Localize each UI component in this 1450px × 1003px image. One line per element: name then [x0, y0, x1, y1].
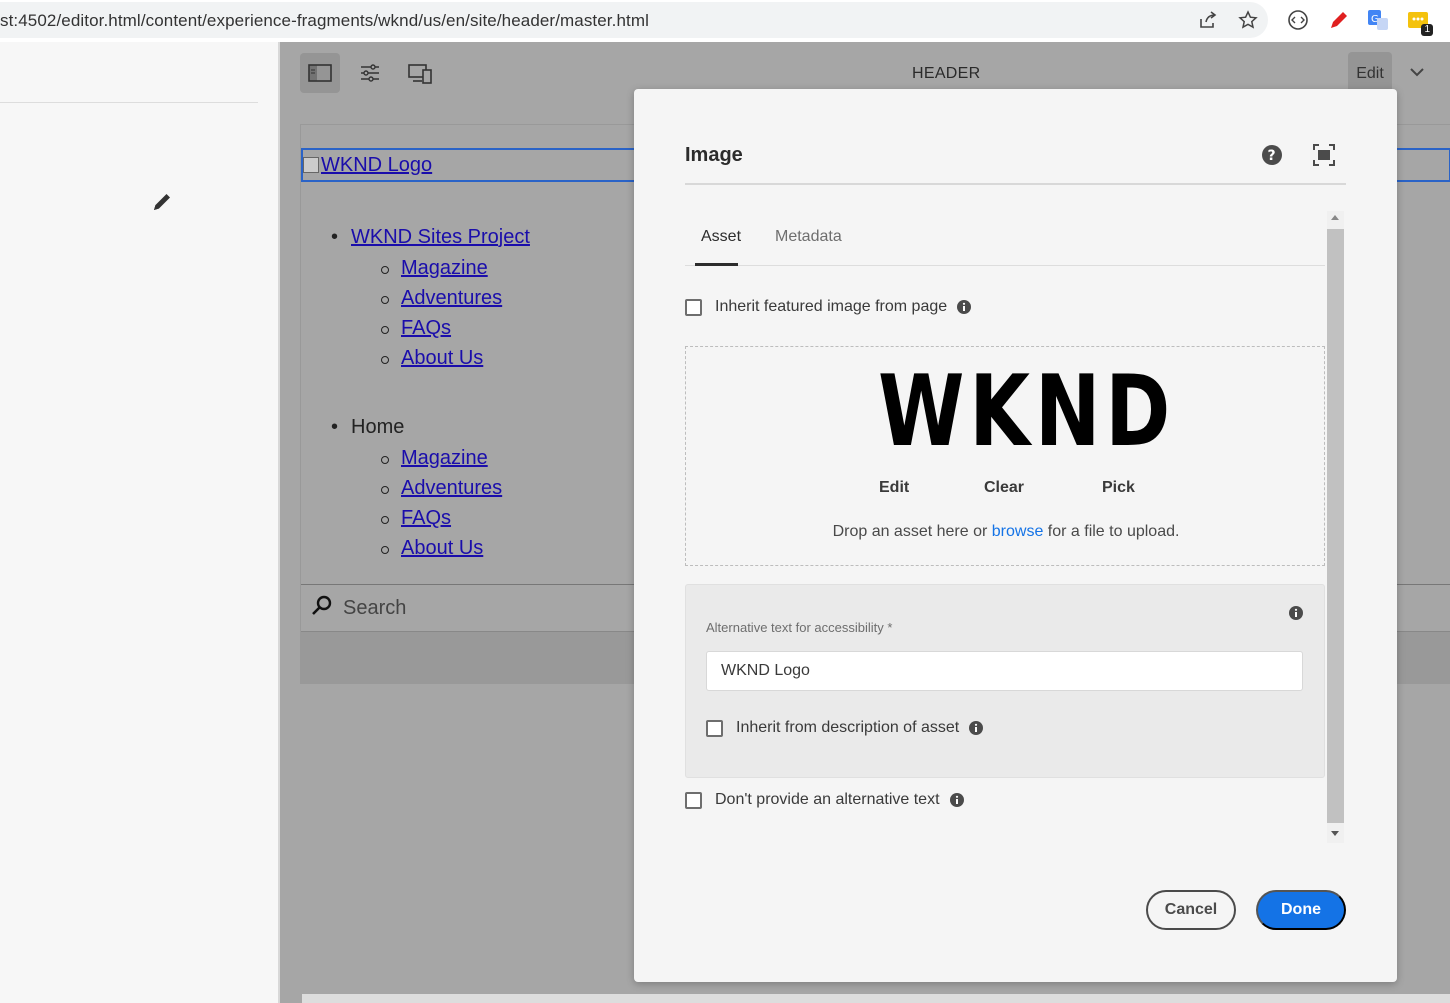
- inherit-featured-image-checkbox[interactable]: [685, 298, 702, 316]
- nav-item-level2[interactable]: Adventures: [380, 287, 502, 310]
- nav-item-level2[interactable]: FAQs: [380, 507, 451, 530]
- url-text[interactable]: st:4502/editor.html/content/experience-f…: [0, 11, 649, 31]
- translate-extension-icon[interactable]: G: [1366, 8, 1390, 32]
- side-panel-icon: [308, 64, 332, 82]
- dialog-tabs: Asset Metadata: [685, 222, 1325, 266]
- search-placeholder[interactable]: Search: [343, 597, 406, 620]
- asset-clear-button[interactable]: Clear: [984, 479, 1024, 497]
- browser-toolbar: st:4502/editor.html/content/experience-f…: [0, 0, 1450, 40]
- scrollbar-thumb[interactable]: [1327, 229, 1344, 823]
- inherit-description-checkbox[interactable]: [706, 719, 723, 737]
- inherit-featured-image-row: Inherit featured image from page: [685, 298, 972, 316]
- alt-text-label: Alternative text for accessibility *: [706, 620, 893, 635]
- inherit-description-label: Inherit from description of asset: [736, 719, 960, 736]
- cancel-button[interactable]: Cancel: [1146, 890, 1236, 930]
- nav-item-level2[interactable]: FAQs: [380, 317, 451, 340]
- active-tab-indicator: [695, 263, 738, 266]
- nav-item-level2[interactable]: About Us: [380, 347, 483, 370]
- inherit-featured-image-label: Inherit featured image from page: [715, 298, 948, 315]
- bookmark-star-icon[interactable]: [1236, 8, 1260, 32]
- dialog-scrollbar[interactable]: [1327, 211, 1344, 843]
- pen-extension-icon[interactable]: [1326, 8, 1350, 32]
- page-properties-button[interactable]: [350, 53, 390, 93]
- editor-title: HEADER: [912, 65, 981, 82]
- no-alt-text-checkbox[interactable]: [685, 791, 702, 809]
- nav-item-level1[interactable]: WKND Sites Project: [331, 226, 530, 249]
- toggle-side-panel-button[interactable]: [300, 53, 340, 93]
- asset-preview-image: WKND: [878, 355, 1176, 469]
- chevron-down-icon[interactable]: [1410, 64, 1424, 82]
- info-icon[interactable]: [969, 721, 984, 735]
- devices-icon: [408, 64, 432, 84]
- nav-item-level2[interactable]: Magazine: [381, 447, 488, 470]
- address-bar[interactable]: st:4502/editor.html/content/experience-f…: [0, 2, 1268, 38]
- emulator-button[interactable]: [400, 53, 440, 93]
- alt-text-input[interactable]: [706, 651, 1303, 691]
- broken-image-icon: [303, 157, 319, 173]
- browse-link[interactable]: browse: [992, 523, 1044, 540]
- dropzone-instructions: Drop an asset here or browse for a file …: [832, 523, 1180, 540]
- side-panel: [0, 42, 280, 1003]
- alt-text-section: Alternative text for accessibility * Inh…: [685, 584, 1325, 778]
- tab-metadata[interactable]: Metadata: [775, 228, 842, 246]
- asset-pick-button[interactable]: Pick: [1102, 479, 1135, 497]
- nav-item-level1: Home: [331, 416, 404, 439]
- dialog-title: Image: [685, 144, 743, 166]
- asset-edit-button[interactable]: Edit: [879, 479, 909, 497]
- horizontal-scrollbar[interactable]: [302, 994, 1450, 1003]
- fullscreen-icon[interactable]: [1313, 144, 1335, 166]
- nav-item-level2[interactable]: Adventures: [380, 477, 502, 500]
- nav-item-level2[interactable]: Magazine: [381, 257, 488, 280]
- side-panel-divider: [0, 102, 258, 103]
- info-icon[interactable]: [957, 300, 972, 314]
- no-alt-text-label: Don't provide an alternative text: [715, 791, 940, 808]
- extension-code-icon[interactable]: [1286, 8, 1310, 32]
- svg-text:?: ?: [1268, 148, 1276, 164]
- scroll-down-arrow-icon[interactable]: [1331, 831, 1339, 836]
- tab-asset[interactable]: Asset: [701, 228, 741, 246]
- info-icon[interactable]: [1289, 606, 1303, 620]
- extension-badge: 1: [1421, 24, 1433, 36]
- inherit-description-row: Inherit from description of asset: [706, 719, 984, 737]
- nav-item-level2[interactable]: About Us: [380, 537, 483, 560]
- asset-dropzone[interactable]: WKND Edit Clear Pick Drop an asset here …: [685, 346, 1325, 566]
- scroll-up-arrow-icon[interactable]: [1331, 215, 1339, 220]
- logo-link[interactable]: WKND Logo: [303, 154, 432, 177]
- done-button[interactable]: Done: [1256, 890, 1346, 930]
- sliders-icon: [361, 64, 379, 82]
- image-dialog: Image ? Asset Metadata Inherit featured …: [634, 89, 1397, 982]
- info-icon[interactable]: [949, 793, 964, 807]
- search-icon: [311, 595, 333, 617]
- notes-extension-icon[interactable]: 1: [1406, 8, 1433, 36]
- share-icon[interactable]: [1196, 8, 1220, 32]
- pencil-edit-icon[interactable]: [150, 190, 174, 214]
- help-icon[interactable]: ?: [1261, 144, 1283, 166]
- no-alt-text-row: Don't provide an alternative text: [685, 791, 964, 809]
